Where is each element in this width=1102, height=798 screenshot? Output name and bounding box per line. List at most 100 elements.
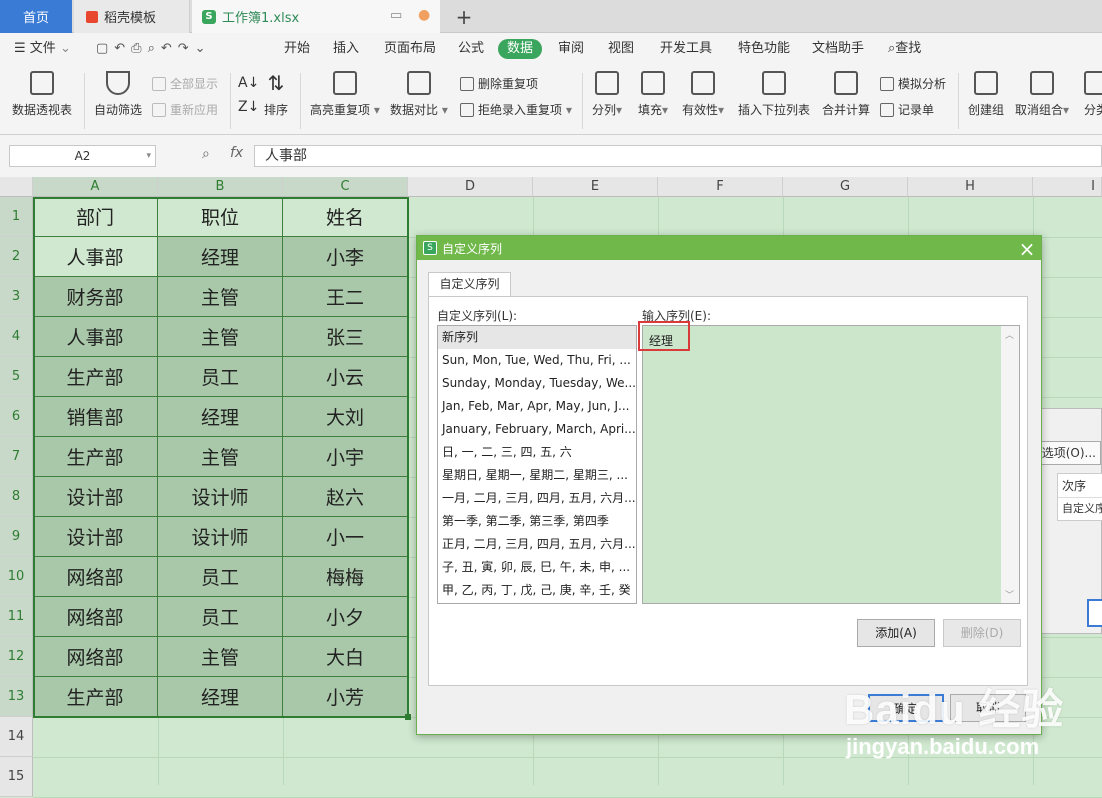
table-cell[interactable]: 网络部 <box>33 637 158 677</box>
new-tab-button[interactable]: + <box>450 0 478 33</box>
delete-button[interactable]: 删除(D) <box>943 619 1021 647</box>
list-item[interactable]: 新序列 <box>438 326 636 349</box>
row-header-2[interactable]: 2 <box>0 237 33 277</box>
sort-desc-button[interactable]: Z↓ <box>238 99 259 115</box>
header-cell[interactable]: 姓名 <box>283 197 408 237</box>
menu-file[interactable]: ☰ 文件 ⌄ <box>14 39 71 59</box>
table-cell[interactable]: 大刘 <box>283 397 408 437</box>
table-cell[interactable]: 经理 <box>158 397 283 437</box>
menu-search[interactable]: ⌕查找 <box>888 39 921 59</box>
row-header-12[interactable]: 12 <box>0 637 33 677</box>
order-value[interactable]: 自定义序 <box>1058 498 1102 520</box>
quick-access-toolbar[interactable]: ▢↶⎙⌕↶↷⌄ <box>96 39 212 59</box>
tab-home[interactable]: 首页 <box>0 0 72 33</box>
remove-duplicates-button[interactable]: 删除重复项 <box>460 75 538 92</box>
dialog-titlebar[interactable]: S 自定义序列 × <box>417 236 1041 261</box>
subtotal-button[interactable]: 分类 <box>1084 71 1102 118</box>
scrollbar[interactable]: ︿ ﹀ <box>1001 326 1019 603</box>
menu-start[interactable]: 开始 <box>284 39 310 59</box>
table-cell[interactable]: 设计部 <box>33 477 158 517</box>
list-item[interactable]: 一月, 二月, 三月, 四月, 五月, 六月... <box>438 487 636 510</box>
list-entries-textarea[interactable]: 经理 ︿ ﹀ <box>638 321 1020 604</box>
list-item[interactable]: Jan, Feb, Mar, Apr, May, Jun, J... <box>438 395 636 418</box>
sort-asc-button[interactable]: A↓ <box>238 75 259 91</box>
table-cell[interactable]: 生产部 <box>33 357 158 397</box>
tab-workbook[interactable]: S 工作簿1.xlsx ▭ ● <box>192 0 440 33</box>
formula-input[interactable]: 人事部 <box>254 145 1102 167</box>
column-header-i[interactable]: I <box>1033 177 1102 197</box>
table-cell[interactable]: 财务部 <box>33 277 158 317</box>
row-header-6[interactable]: 6 <box>0 397 33 437</box>
fx-button[interactable]: fx <box>230 145 243 161</box>
name-box[interactable]: A2 ▾ <box>9 145 156 167</box>
table-cell[interactable]: 赵六 <box>283 477 408 517</box>
table-cell[interactable]: 主管 <box>158 317 283 357</box>
table-cell[interactable]: 梅梅 <box>283 557 408 597</box>
table-cell[interactable]: 网络部 <box>33 597 158 637</box>
ungroup-button[interactable]: 取消组合▾ <box>1015 71 1069 118</box>
column-header-c[interactable]: C <box>283 177 408 197</box>
table-cell[interactable]: 经理 <box>158 677 283 717</box>
pivot-table-button[interactable]: 数据透视表 <box>12 71 72 118</box>
table-cell[interactable]: 经理 <box>158 237 283 277</box>
table-cell[interactable]: 小李 <box>283 237 408 277</box>
scroll-up-icon[interactable]: ︿ <box>1005 328 1014 341</box>
column-header-d[interactable]: D <box>408 177 533 197</box>
row-header-8[interactable]: 8 <box>0 477 33 517</box>
highlight-duplicates-button[interactable]: 高亮重复项 ▾ <box>310 71 380 118</box>
screen-icon[interactable]: ▭ <box>390 8 402 23</box>
consolidate-button[interactable]: 合并计算 <box>822 71 870 118</box>
autofilter-button[interactable]: 自动筛选 <box>94 71 142 118</box>
table-cell[interactable]: 张三 <box>283 317 408 357</box>
options-button[interactable]: 选项(O)... <box>1037 441 1101 465</box>
ok-button-partial[interactable] <box>1087 599 1102 627</box>
row-header-9[interactable]: 9 <box>0 517 33 557</box>
table-cell[interactable]: 员工 <box>158 557 283 597</box>
reject-duplicates-button[interactable]: 拒绝录入重复项 ▾ <box>460 101 572 118</box>
menu-features[interactable]: 特色功能 <box>738 39 790 59</box>
row-header-15[interactable]: 15 <box>0 757 33 797</box>
table-cell[interactable]: 主管 <box>158 437 283 477</box>
tab-custom-list[interactable]: 自定义序列 <box>428 272 511 296</box>
add-button[interactable]: 添加(A) <box>857 619 935 647</box>
fill-handle[interactable] <box>405 714 411 720</box>
list-item[interactable]: 星期日, 星期一, 星期二, 星期三, ... <box>438 464 636 487</box>
row-header-7[interactable]: 7 <box>0 437 33 477</box>
table-cell[interactable]: 小夕 <box>283 597 408 637</box>
menu-doc-assistant[interactable]: 文档助手 <box>812 39 864 59</box>
table-cell[interactable]: 生产部 <box>33 677 158 717</box>
table-cell[interactable]: 主管 <box>158 277 283 317</box>
row-header-5[interactable]: 5 <box>0 357 33 397</box>
list-item[interactable]: 正月, 二月, 三月, 四月, 五月, 六月... <box>438 533 636 556</box>
list-item[interactable]: 日, 一, 二, 三, 四, 五, 六 <box>438 441 636 464</box>
data-compare-button[interactable]: 数据对比 ▾ <box>390 71 448 118</box>
create-group-button[interactable]: 创建组 <box>968 71 1004 118</box>
column-header-e[interactable]: E <box>533 177 658 197</box>
split-column-button[interactable]: 分列▾ <box>592 71 622 118</box>
column-header-b[interactable]: B <box>158 177 283 197</box>
select-all-corner[interactable] <box>0 177 33 197</box>
menu-page-layout[interactable]: 页面布局 <box>384 39 436 59</box>
table-cell[interactable]: 网络部 <box>33 557 158 597</box>
menu-insert[interactable]: 插入 <box>333 39 359 59</box>
list-item[interactable]: 甲, 乙, 丙, 丁, 戊, 己, 庚, 辛, 壬, 癸 <box>438 579 636 602</box>
table-cell[interactable]: 员工 <box>158 597 283 637</box>
record-form-button[interactable]: 记录单 <box>880 101 934 118</box>
table-cell[interactable]: 销售部 <box>33 397 158 437</box>
close-icon[interactable]: × <box>1017 237 1037 261</box>
row-header-1[interactable]: 1 <box>0 197 33 237</box>
row-header-4[interactable]: 4 <box>0 317 33 357</box>
sort-button[interactable]: ⇅ 排序 <box>264 71 288 118</box>
table-cell[interactable]: 小云 <box>283 357 408 397</box>
column-header-a[interactable]: A <box>33 177 158 197</box>
list-item[interactable]: 第一季, 第二季, 第三季, 第四季 <box>438 510 636 533</box>
header-cell[interactable]: 部门 <box>33 197 158 237</box>
row-header-11[interactable]: 11 <box>0 597 33 637</box>
column-header-f[interactable]: F <box>658 177 783 197</box>
insert-dropdown-button[interactable]: 插入下拉列表 <box>738 71 810 118</box>
row-header-13[interactable]: 13 <box>0 677 33 717</box>
table-cell[interactable]: 大白 <box>283 637 408 677</box>
menu-view[interactable]: 视图 <box>608 39 634 59</box>
tab-template[interactable]: 稻壳模板 <box>74 0 190 33</box>
row-header-3[interactable]: 3 <box>0 277 33 317</box>
